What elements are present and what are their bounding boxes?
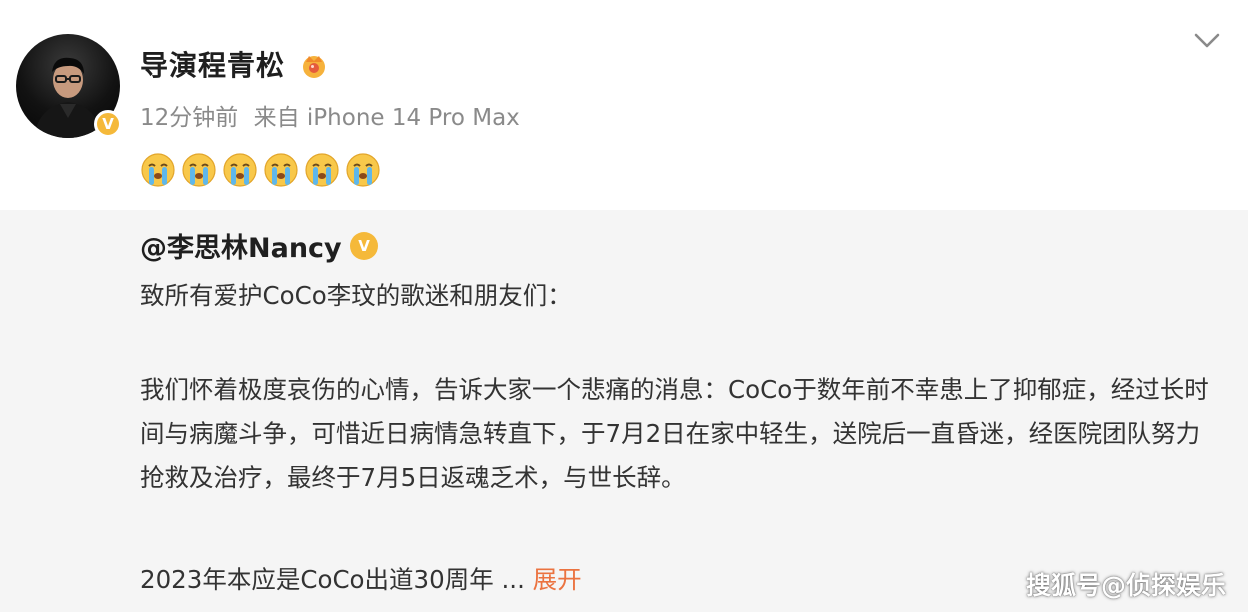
crying-face-icon	[305, 153, 339, 187]
post-meta: 12分钟前 来自 iPhone 14 Pro Max	[140, 98, 528, 132]
post-header: V 导演程青松 12分钟前 来自 iPhone 14 Pro Max	[0, 0, 1248, 210]
crown-icon	[303, 56, 325, 78]
crying-face-icon	[141, 153, 175, 187]
repost-truncated-text: 2023年本应是CoCo出道30周年 ...	[140, 565, 525, 594]
crying-face-icon	[264, 153, 298, 187]
username[interactable]: 导演程青松	[140, 44, 285, 84]
verified-badge-icon: V	[94, 110, 122, 138]
post-source: 来自 iPhone 14 Pro Max	[253, 105, 520, 131]
post-time: 12分钟前	[140, 105, 239, 131]
repost-body: 我们怀着极度哀伤的心情，告诉大家一个悲痛的消息：CoCo于数年前不幸患上了抑郁症…	[140, 375, 1209, 492]
emoji-row	[140, 152, 381, 188]
repost-author-link[interactable]: @李思林Nancy	[140, 226, 342, 265]
reposted-content[interactable]: @李思林Nancy V 致所有爱护CoCo李玟的歌迷和朋友们： 我们怀着极度哀伤…	[0, 210, 1248, 612]
crying-face-icon	[182, 153, 216, 187]
avatar[interactable]: V	[16, 34, 122, 138]
crying-face-icon	[346, 153, 380, 187]
crying-face-icon	[223, 153, 257, 187]
verified-badge-icon: V	[350, 232, 378, 260]
watermark: 搜狐号@侦探娱乐	[1025, 571, 1226, 600]
chevron-down-icon[interactable]	[1192, 30, 1222, 52]
expand-link[interactable]: 展开	[533, 565, 582, 594]
repost-greeting: 致所有爱护CoCo李玟的歌迷和朋友们：	[140, 281, 572, 310]
